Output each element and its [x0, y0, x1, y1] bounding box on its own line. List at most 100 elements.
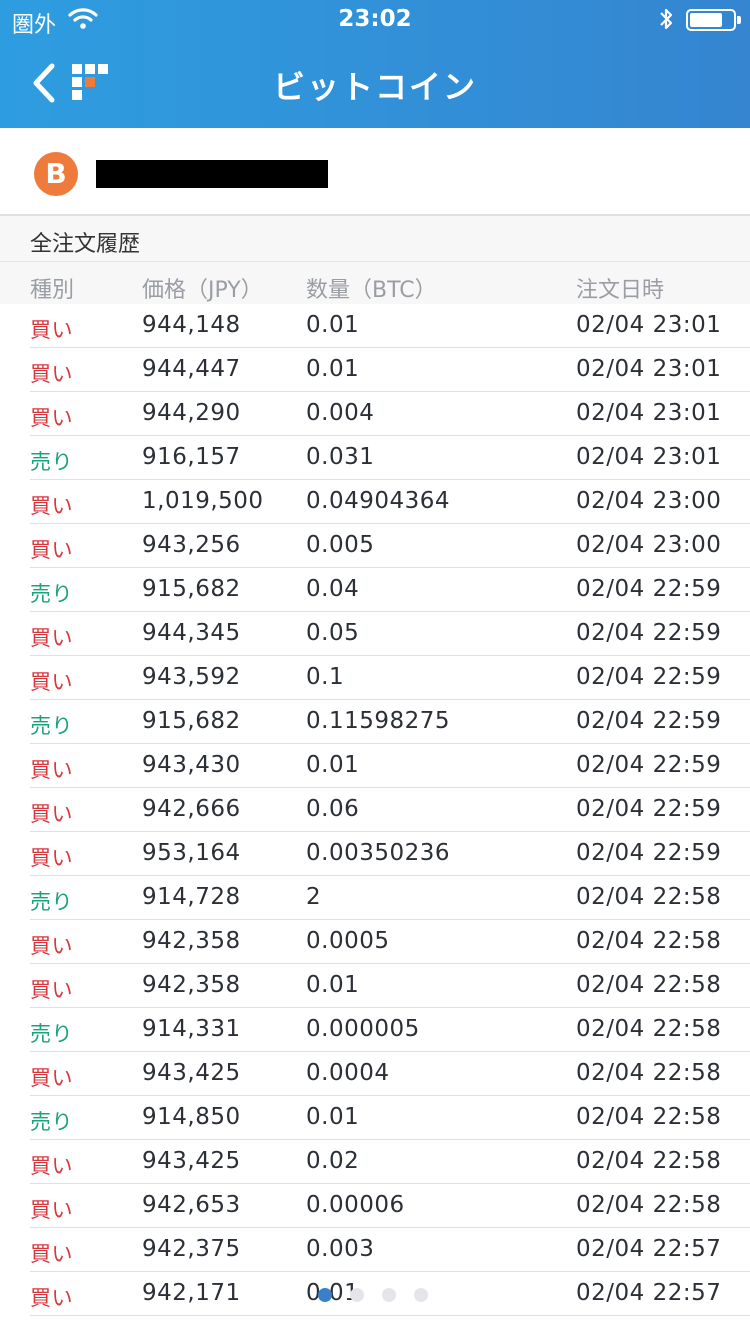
table-row[interactable]: 買い 953,164 0.00350236 02/04 22:59	[30, 832, 750, 876]
order-type: 売り	[30, 1110, 73, 1134]
page-title: ビットコイン	[272, 68, 477, 106]
order-price: 914,850	[142, 1104, 241, 1130]
order-price: 953,164	[142, 840, 241, 866]
table-row[interactable]: 買い 943,425 0.0004 02/04 22:58	[30, 1052, 750, 1096]
order-type: 買い	[30, 934, 73, 958]
table-row[interactable]: 買い 1,019,500 0.04904364 02/04 23:00	[30, 480, 750, 524]
order-date: 02/04 22:59	[576, 796, 722, 822]
table-row[interactable]: 買い 944,148 0.01 02/04 23:01	[30, 304, 750, 348]
page-dot[interactable]	[382, 1288, 396, 1302]
table-row[interactable]: 買い 943,256 0.005 02/04 23:00	[30, 524, 750, 568]
table-row[interactable]: 売り 914,850 0.01 02/04 22:58	[30, 1096, 750, 1140]
order-qty: 0.05	[306, 620, 360, 646]
table-row[interactable]: 売り 916,157 0.031 02/04 23:01	[30, 436, 750, 480]
order-type: 買い	[30, 538, 73, 562]
order-qty: 0.003	[306, 1236, 375, 1262]
order-type: 買い	[30, 406, 73, 430]
order-type: 売り	[30, 714, 73, 738]
order-date: 02/04 23:01	[576, 444, 722, 470]
order-qty: 0.1	[306, 664, 345, 690]
order-price: 942,653	[142, 1192, 241, 1218]
column-type: 種別	[30, 278, 75, 303]
order-type: 買い	[30, 1066, 73, 1090]
table-row[interactable]: 売り 914,331 0.000005 02/04 22:58	[30, 1008, 750, 1052]
page-dot[interactable]	[350, 1288, 364, 1302]
table-row[interactable]: 売り 914,728 2 02/04 22:58	[30, 876, 750, 920]
table-row[interactable]: 買い 942,653 0.00006 02/04 22:58	[30, 1184, 750, 1228]
order-price: 944,447	[142, 356, 241, 382]
table-row[interactable]: 買い 943,425 0.02 02/04 22:58	[30, 1140, 750, 1184]
table-row[interactable]: 買い 944,447 0.01 02/04 23:01	[30, 348, 750, 392]
order-type: 買い	[30, 1198, 73, 1222]
order-price: 915,682	[142, 576, 241, 602]
coin-summary: B	[0, 128, 750, 216]
table-row[interactable]: 買い 942,358 0.01 02/04 22:58	[30, 964, 750, 1008]
clock: 23:02	[338, 6, 412, 32]
order-date: 02/04 23:01	[576, 356, 722, 382]
order-type: 買い	[30, 1286, 73, 1310]
page-dot[interactable]	[414, 1288, 428, 1302]
order-price: 942,666	[142, 796, 241, 822]
order-price: 942,358	[142, 928, 241, 954]
section-title: 全注文履歴	[30, 232, 141, 257]
order-date: 02/04 22:58	[576, 1104, 722, 1130]
order-history-list[interactable]: 買い 944,148 0.01 02/04 23:01 買い 944,447 0.01 02/…	[0, 304, 750, 1316]
order-date: 02/04 22:59	[576, 576, 722, 602]
order-type: 買い	[30, 1154, 73, 1178]
table-header: 種別 価格（JPY） 数量（BTC） 注文日時	[0, 262, 750, 304]
order-date: 02/04 23:00	[576, 532, 722, 558]
order-price: 943,425	[142, 1148, 241, 1174]
order-price: 944,345	[142, 620, 241, 646]
nav-header: 圏外 23:02 ビットコイン	[0, 0, 750, 128]
order-date: 02/04 22:58	[576, 1060, 722, 1086]
order-type: 買い	[30, 1242, 73, 1266]
order-price: 942,171	[142, 1280, 241, 1306]
order-type: 買い	[30, 318, 73, 342]
order-qty: 0.005	[306, 532, 375, 558]
table-row[interactable]: 売り 915,682 0.11598275 02/04 22:59	[30, 700, 750, 744]
table-row[interactable]: 買い 944,290 0.004 02/04 23:01	[30, 392, 750, 436]
order-price: 943,592	[142, 664, 241, 690]
order-type: 買い	[30, 494, 73, 518]
order-price: 1,019,500	[142, 488, 264, 514]
bluetooth-icon	[656, 6, 676, 38]
order-date: 02/04 23:00	[576, 488, 722, 514]
order-qty: 0.01	[306, 312, 360, 338]
order-qty: 0.04904364	[306, 488, 451, 514]
column-price: 価格（JPY）	[142, 278, 263, 303]
order-qty: 0.000005	[306, 1016, 420, 1042]
order-type: 買い	[30, 362, 73, 386]
order-date: 02/04 22:58	[576, 928, 722, 954]
order-type: 買い	[30, 846, 73, 870]
battery-icon	[686, 9, 741, 31]
table-row[interactable]: 買い 942,375 0.003 02/04 22:57	[30, 1228, 750, 1272]
page-indicator[interactable]	[318, 1288, 438, 1304]
order-date: 02/04 22:59	[576, 752, 722, 778]
order-price: 944,148	[142, 312, 241, 338]
table-row[interactable]: 売り 915,682 0.04 02/04 22:59	[30, 568, 750, 612]
order-price: 942,375	[142, 1236, 241, 1262]
order-price: 944,290	[142, 400, 241, 426]
order-date: 02/04 22:59	[576, 664, 722, 690]
page-dot[interactable]	[318, 1288, 332, 1302]
order-date: 02/04 23:01	[576, 312, 722, 338]
table-row[interactable]: 買い 943,592 0.1 02/04 22:59	[30, 656, 750, 700]
order-qty: 0.02	[306, 1148, 360, 1174]
order-date: 02/04 22:58	[576, 1192, 722, 1218]
order-qty: 0.01	[306, 356, 360, 382]
bitcoin-icon: B	[34, 152, 78, 196]
order-type: 買い	[30, 626, 73, 650]
order-price: 942,358	[142, 972, 241, 998]
table-row[interactable]: 買い 942,666 0.06 02/04 22:59	[30, 788, 750, 832]
order-date: 02/04 22:58	[576, 1148, 722, 1174]
redacted-coin-value	[96, 160, 328, 188]
order-qty: 0.0004	[306, 1060, 390, 1086]
column-date: 注文日時	[576, 278, 665, 303]
order-qty: 0.01	[306, 972, 360, 998]
order-qty: 0.01	[306, 752, 360, 778]
table-row[interactable]: 買い 942,358 0.0005 02/04 22:58	[30, 920, 750, 964]
section-header: 全注文履歴	[0, 216, 750, 262]
order-date: 02/04 23:01	[576, 400, 722, 426]
table-row[interactable]: 買い 944,345 0.05 02/04 22:59	[30, 612, 750, 656]
table-row[interactable]: 買い 943,430 0.01 02/04 22:59	[30, 744, 750, 788]
